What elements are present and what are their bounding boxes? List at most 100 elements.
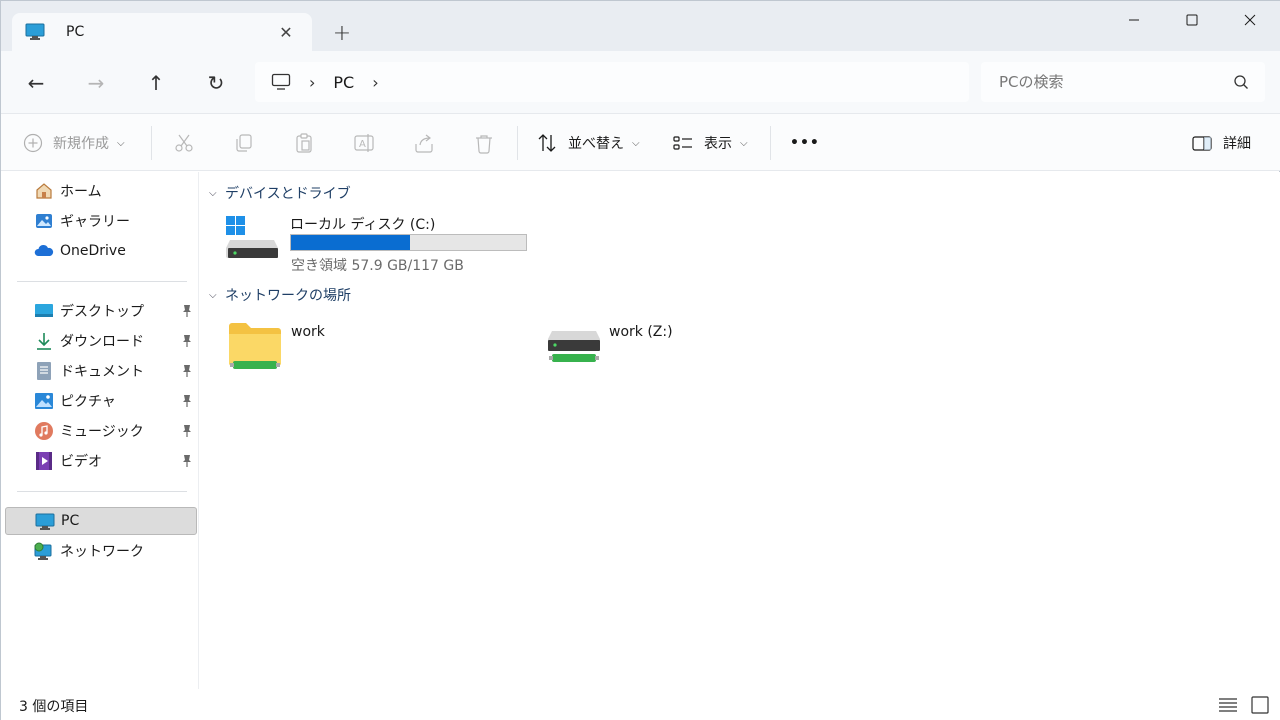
sidebar-item-videos[interactable]: ビデオ	[5, 447, 197, 475]
sidebar-item-label: OneDrive	[60, 243, 126, 259]
pin-icon[interactable]	[181, 364, 193, 378]
details-pane-icon	[1192, 136, 1212, 151]
pin-icon[interactable]	[181, 304, 193, 318]
toolbar-divider	[151, 126, 152, 160]
command-bar: 新規作成 ⌵ A 並べ替え ⌵ 表示 ⌵ ••• 詳細	[1, 113, 1280, 171]
videos-icon	[34, 451, 54, 471]
content-area: ⌵ デバイスとドライブ ローカル ディスク (C:) 空き領域 57.9 GB/…	[200, 172, 1280, 689]
sidebar-item-label: ギャラリー	[60, 214, 130, 230]
new-label: 新規作成	[53, 136, 109, 152]
chevron-down-icon: ⌵	[209, 187, 217, 199]
pin-icon[interactable]	[181, 394, 193, 408]
desktop-icon	[34, 301, 54, 321]
sidebar-item-label: ミュージック	[60, 424, 144, 440]
monitor-icon[interactable]	[271, 73, 291, 91]
network-folder-icon	[229, 323, 281, 369]
onedrive-icon	[34, 241, 54, 261]
up-button[interactable]: ↑	[139, 66, 173, 100]
drive-free-space: 空き領域 57.9 GB/117 GB	[291, 258, 464, 274]
search-box[interactable]	[981, 62, 1265, 102]
drive-name: ローカル ディスク (C:)	[290, 217, 436, 233]
view-button[interactable]: 表示 ⌵	[672, 128, 748, 158]
details-button[interactable]: 詳細	[1191, 128, 1251, 158]
sidebar-item-home[interactable]: ホーム	[5, 177, 197, 205]
chevron-down-icon: ⌵	[632, 137, 640, 149]
tab-pc[interactable]: PC ✕	[12, 13, 312, 51]
close-window-button[interactable]	[1221, 1, 1279, 39]
group-header-network[interactable]: ⌵ ネットワークの場所	[209, 285, 351, 305]
windows-drive-icon	[226, 216, 278, 258]
copy-icon	[236, 134, 252, 152]
share-icon	[415, 134, 433, 153]
navigation-bar: ← → ↑ ↻ › PC ›	[1, 51, 1280, 113]
delete-button[interactable]	[473, 128, 495, 158]
sidebar-item-gallery[interactable]: ギャラリー	[5, 207, 197, 235]
toolbar-divider	[517, 126, 518, 160]
home-icon	[34, 181, 54, 201]
details-view-icon[interactable]	[1217, 695, 1239, 715]
copy-button[interactable]	[233, 128, 255, 158]
item-name: work	[291, 324, 325, 340]
sidebar-item-music[interactable]: ミュージック	[5, 417, 197, 445]
new-tab-button[interactable]: +	[328, 19, 356, 47]
pc-icon	[35, 511, 55, 531]
chevron-down-icon: ⌵	[740, 137, 748, 149]
sidebar-item-onedrive[interactable]: OneDrive	[5, 237, 197, 265]
rename-button[interactable]: A	[353, 128, 375, 158]
network-item-work-z[interactable]: work (Z:)	[544, 317, 844, 373]
sort-label: 並べ替え	[568, 136, 624, 152]
forward-button[interactable]: →	[79, 66, 113, 100]
sidebar-item-label: ドキュメント	[60, 364, 144, 380]
chevron-down-icon: ⌵	[117, 137, 125, 149]
chevron-down-icon: ⌵	[209, 289, 217, 301]
breadcrumb-pc[interactable]: PC	[333, 73, 354, 92]
sidebar-item-pictures[interactable]: ピクチャ	[5, 387, 197, 415]
network-drive-icon	[548, 331, 600, 362]
back-button[interactable]: ←	[19, 66, 53, 100]
breadcrumb-separator[interactable]: ›	[372, 73, 378, 92]
large-icons-view-icon[interactable]	[1249, 695, 1271, 715]
item-name: work (Z:)	[609, 324, 673, 340]
pc-icon	[25, 23, 45, 41]
details-label: 詳細	[1223, 136, 1251, 152]
close-icon	[1244, 14, 1256, 26]
sidebar-item-documents[interactable]: ドキュメント	[5, 357, 197, 385]
paste-button[interactable]	[293, 128, 315, 158]
sidebar-item-desktop[interactable]: デスクトップ	[5, 297, 197, 325]
group-header-devices[interactable]: ⌵ デバイスとドライブ	[209, 183, 351, 203]
group-title: デバイスとドライブ	[225, 186, 351, 202]
new-button[interactable]: 新規作成 ⌵	[23, 128, 125, 158]
sidebar-item-pc[interactable]: PC	[5, 507, 197, 535]
pin-icon[interactable]	[181, 454, 193, 468]
maximize-button[interactable]	[1163, 1, 1221, 39]
storage-usage-bar	[290, 234, 527, 251]
address-bar[interactable]: › PC ›	[255, 62, 969, 102]
sidebar-item-downloads[interactable]: ダウンロード	[5, 327, 197, 355]
view-label: 表示	[704, 136, 732, 152]
pin-icon[interactable]	[181, 334, 193, 348]
group-title: ネットワークの場所	[225, 288, 351, 304]
sidebar-item-label: ピクチャ	[60, 394, 116, 410]
title-bar: PC ✕ +	[1, 1, 1280, 51]
sort-button[interactable]: 並べ替え ⌵	[536, 128, 640, 158]
share-button[interactable]	[413, 128, 435, 158]
file-explorer-window: PC ✕ + ← → ↑ ↻ › PC › PCの検索 新規作成 ⌵ A 並べ替…	[0, 0, 1280, 720]
search-input[interactable]	[999, 73, 1219, 91]
sidebar-divider	[17, 491, 187, 492]
sidebar-item-network[interactable]: ネットワーク	[5, 537, 197, 565]
cut-button[interactable]	[173, 128, 195, 158]
sidebar-item-label: デスクトップ	[60, 304, 144, 320]
close-tab-icon[interactable]: ✕	[276, 22, 296, 42]
network-item-work[interactable]: work	[224, 317, 524, 373]
refresh-button[interactable]: ↻	[199, 66, 233, 100]
drive-item-c[interactable]: ローカル ディスク (C:) 空き領域 57.9 GB/117 GB	[224, 212, 544, 274]
breadcrumb-separator[interactable]: ›	[309, 73, 315, 92]
pictures-icon	[34, 391, 54, 411]
rename-icon: A	[354, 134, 374, 152]
sidebar-item-label: ダウンロード	[60, 334, 144, 350]
more-options-button[interactable]: •••	[790, 128, 820, 158]
minimize-button[interactable]	[1105, 1, 1163, 39]
pin-icon[interactable]	[181, 424, 193, 438]
sidebar-item-label: PC	[61, 513, 80, 529]
network-icon	[34, 541, 54, 561]
